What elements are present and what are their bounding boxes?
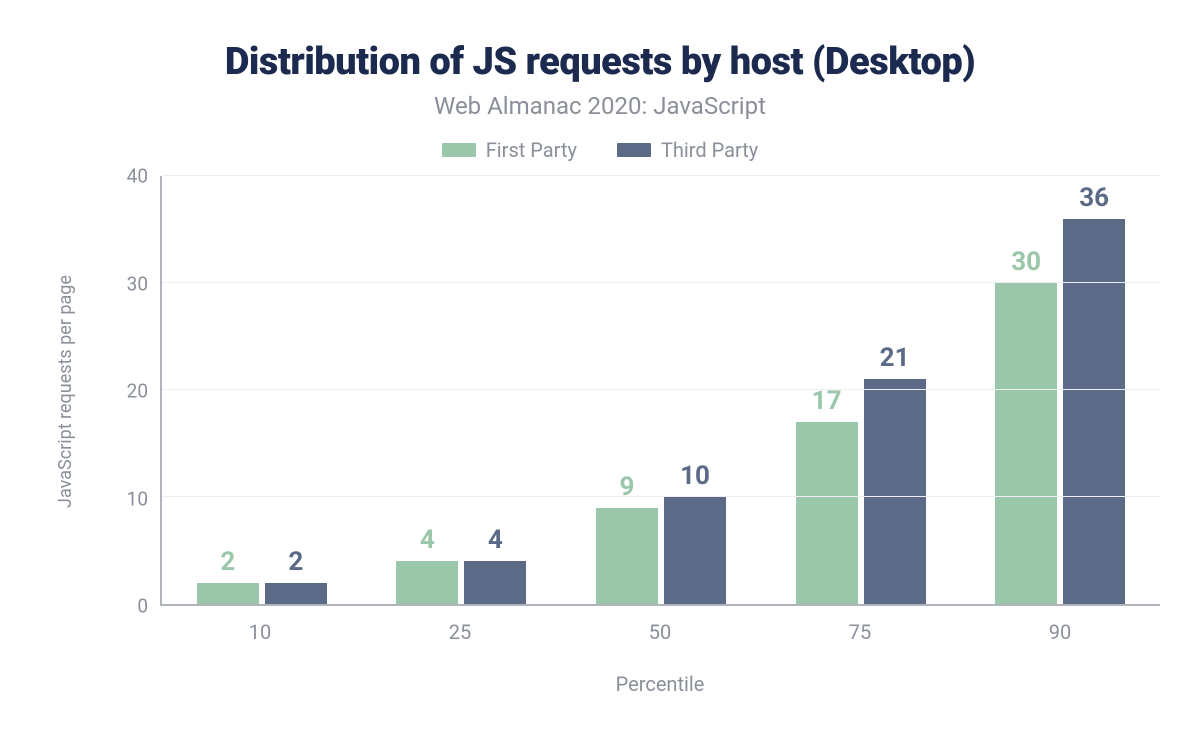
x-tick: 90	[960, 606, 1160, 644]
legend-swatch	[442, 143, 476, 157]
bar-group: 22	[162, 176, 362, 604]
x-tick: 50	[560, 606, 760, 644]
plot-area: 224491017213036	[160, 176, 1160, 606]
legend-item-0: First Party	[442, 138, 577, 162]
legend: First Party Third Party	[40, 138, 1160, 162]
bar-value-label: 4	[488, 525, 503, 555]
x-tick: 25	[360, 606, 560, 644]
bar: 36	[1063, 219, 1125, 604]
chart-title: Distribution of JS requests by host (Des…	[40, 40, 1160, 84]
y-tick: 40	[127, 165, 148, 188]
bar-value-label: 36	[1079, 183, 1109, 213]
bar: 10	[664, 497, 726, 604]
x-axis-row: 1025507590	[160, 606, 1160, 644]
bar-value-label: 9	[620, 472, 635, 502]
bar: 4	[464, 561, 526, 604]
y-axis-label: JavaScript requests per page	[55, 275, 76, 508]
x-axis-label: Percentile	[160, 672, 1160, 696]
bar: 17	[796, 422, 858, 604]
y-tick: 20	[127, 380, 148, 403]
plot-row: JavaScript requests per page 010203040 2…	[40, 176, 1160, 606]
legend-label: First Party	[486, 138, 577, 162]
bar: 21	[864, 379, 926, 604]
legend-swatch	[617, 143, 651, 157]
bar-value-label: 2	[220, 547, 235, 577]
bar-group: 1721	[761, 176, 961, 604]
legend-item-1: Third Party	[617, 138, 758, 162]
chart-container: Distribution of JS requests by host (Des…	[0, 0, 1200, 742]
y-axis-label-col: JavaScript requests per page	[40, 176, 90, 606]
bar-value-label: 4	[420, 525, 435, 555]
y-tick-column: 010203040	[90, 176, 160, 606]
bar-groups: 224491017213036	[162, 176, 1160, 604]
bar: 30	[995, 283, 1057, 604]
bar-group: 3036	[960, 176, 1160, 604]
bar: 4	[396, 561, 458, 604]
bar-value-label: 2	[288, 547, 303, 577]
y-tick: 30	[127, 272, 148, 295]
bar-group: 44	[362, 176, 562, 604]
bar-value-label: 17	[812, 386, 842, 416]
x-ticks: 1025507590	[160, 606, 1160, 644]
bar-group: 910	[561, 176, 761, 604]
bar-value-label: 10	[680, 461, 710, 491]
chart-subtitle: Web Almanac 2020: JavaScript	[40, 92, 1160, 120]
y-tick: 10	[127, 487, 148, 510]
y-tick: 0	[137, 595, 148, 618]
gridline	[162, 496, 1160, 497]
x-tick: 75	[760, 606, 960, 644]
legend-label: Third Party	[661, 138, 758, 162]
gridline	[162, 175, 1160, 176]
bar-value-label: 21	[880, 343, 910, 373]
gridline	[162, 389, 1160, 390]
gridline	[162, 282, 1160, 283]
x-tick: 10	[160, 606, 360, 644]
bar: 9	[596, 508, 658, 604]
bar: 2	[265, 583, 327, 604]
bar: 2	[197, 583, 259, 604]
bar-value-label: 30	[1011, 247, 1041, 277]
